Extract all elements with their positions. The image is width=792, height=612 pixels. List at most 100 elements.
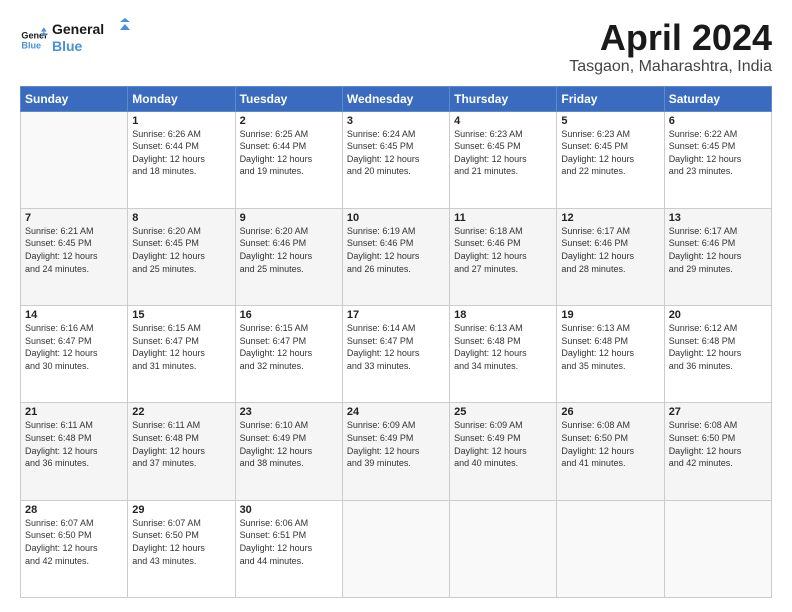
day-info: Sunrise: 6:17 AM Sunset: 6:46 PM Dayligh… [561,225,659,275]
calendar-cell [342,500,449,597]
subtitle: Tasgaon, Maharashtra, India [569,58,772,76]
calendar-header-row: SundayMondayTuesdayWednesdayThursdayFrid… [21,86,772,111]
calendar-cell: 3Sunrise: 6:24 AM Sunset: 6:45 PM Daylig… [342,111,449,208]
calendar-cell: 28Sunrise: 6:07 AM Sunset: 6:50 PM Dayli… [21,500,128,597]
day-number: 21 [25,406,123,418]
day-info: Sunrise: 6:06 AM Sunset: 6:51 PM Dayligh… [240,517,338,567]
calendar-cell: 25Sunrise: 6:09 AM Sunset: 6:49 PM Dayli… [450,403,557,500]
page: General Blue General Blue April 2024 Tas… [0,0,792,612]
day-info: Sunrise: 6:08 AM Sunset: 6:50 PM Dayligh… [561,419,659,469]
day-number: 8 [132,212,230,224]
svg-text:Blue: Blue [52,38,83,54]
calendar-day-header: Saturday [664,86,771,111]
logo-icon: General Blue [20,26,48,54]
day-number: 24 [347,406,445,418]
day-info: Sunrise: 6:20 AM Sunset: 6:45 PM Dayligh… [132,225,230,275]
day-number: 10 [347,212,445,224]
calendar-cell: 14Sunrise: 6:16 AM Sunset: 6:47 PM Dayli… [21,306,128,403]
day-info: Sunrise: 6:09 AM Sunset: 6:49 PM Dayligh… [347,419,445,469]
day-info: Sunrise: 6:09 AM Sunset: 6:49 PM Dayligh… [454,419,552,469]
day-info: Sunrise: 6:24 AM Sunset: 6:45 PM Dayligh… [347,128,445,178]
day-info: Sunrise: 6:18 AM Sunset: 6:46 PM Dayligh… [454,225,552,275]
logo-svg: General Blue [52,18,132,56]
day-number: 18 [454,309,552,321]
main-title: April 2024 [569,18,772,58]
day-info: Sunrise: 6:11 AM Sunset: 6:48 PM Dayligh… [25,419,123,469]
day-number: 16 [240,309,338,321]
calendar-cell: 2Sunrise: 6:25 AM Sunset: 6:44 PM Daylig… [235,111,342,208]
day-info: Sunrise: 6:25 AM Sunset: 6:44 PM Dayligh… [240,128,338,178]
calendar-cell: 8Sunrise: 6:20 AM Sunset: 6:45 PM Daylig… [128,208,235,305]
calendar-day-header: Thursday [450,86,557,111]
svg-text:General: General [52,21,104,37]
day-number: 7 [25,212,123,224]
calendar-cell: 22Sunrise: 6:11 AM Sunset: 6:48 PM Dayli… [128,403,235,500]
calendar-cell: 18Sunrise: 6:13 AM Sunset: 6:48 PM Dayli… [450,306,557,403]
calendar-cell: 11Sunrise: 6:18 AM Sunset: 6:46 PM Dayli… [450,208,557,305]
calendar-day-header: Sunday [21,86,128,111]
day-info: Sunrise: 6:26 AM Sunset: 6:44 PM Dayligh… [132,128,230,178]
calendar-cell [557,500,664,597]
day-number: 25 [454,406,552,418]
day-number: 27 [669,406,767,418]
day-number: 28 [25,504,123,516]
calendar-cell: 20Sunrise: 6:12 AM Sunset: 6:48 PM Dayli… [664,306,771,403]
day-number: 13 [669,212,767,224]
day-number: 22 [132,406,230,418]
day-number: 30 [240,504,338,516]
calendar-cell: 4Sunrise: 6:23 AM Sunset: 6:45 PM Daylig… [450,111,557,208]
day-info: Sunrise: 6:12 AM Sunset: 6:48 PM Dayligh… [669,322,767,372]
day-number: 5 [561,115,659,127]
day-info: Sunrise: 6:11 AM Sunset: 6:48 PM Dayligh… [132,419,230,469]
calendar-cell: 15Sunrise: 6:15 AM Sunset: 6:47 PM Dayli… [128,306,235,403]
calendar-cell [450,500,557,597]
calendar-cell [21,111,128,208]
day-info: Sunrise: 6:16 AM Sunset: 6:47 PM Dayligh… [25,322,123,372]
day-number: 1 [132,115,230,127]
calendar-cell: 21Sunrise: 6:11 AM Sunset: 6:48 PM Dayli… [21,403,128,500]
calendar-cell [664,500,771,597]
day-info: Sunrise: 6:10 AM Sunset: 6:49 PM Dayligh… [240,419,338,469]
calendar-cell: 10Sunrise: 6:19 AM Sunset: 6:46 PM Dayli… [342,208,449,305]
calendar-week-row: 21Sunrise: 6:11 AM Sunset: 6:48 PM Dayli… [21,403,772,500]
calendar-day-header: Tuesday [235,86,342,111]
calendar-cell: 16Sunrise: 6:15 AM Sunset: 6:47 PM Dayli… [235,306,342,403]
day-number: 12 [561,212,659,224]
day-info: Sunrise: 6:13 AM Sunset: 6:48 PM Dayligh… [454,322,552,372]
day-number: 6 [669,115,767,127]
day-info: Sunrise: 6:14 AM Sunset: 6:47 PM Dayligh… [347,322,445,372]
calendar-cell: 30Sunrise: 6:06 AM Sunset: 6:51 PM Dayli… [235,500,342,597]
day-number: 2 [240,115,338,127]
calendar-week-row: 1Sunrise: 6:26 AM Sunset: 6:44 PM Daylig… [21,111,772,208]
calendar-cell: 24Sunrise: 6:09 AM Sunset: 6:49 PM Dayli… [342,403,449,500]
day-number: 4 [454,115,552,127]
day-number: 3 [347,115,445,127]
day-number: 14 [25,309,123,321]
calendar-cell: 6Sunrise: 6:22 AM Sunset: 6:45 PM Daylig… [664,111,771,208]
calendar-cell: 17Sunrise: 6:14 AM Sunset: 6:47 PM Dayli… [342,306,449,403]
calendar-day-header: Wednesday [342,86,449,111]
calendar-day-header: Monday [128,86,235,111]
title-block: April 2024 Tasgaon, Maharashtra, India [569,18,772,76]
day-number: 20 [669,309,767,321]
calendar-cell: 26Sunrise: 6:08 AM Sunset: 6:50 PM Dayli… [557,403,664,500]
day-info: Sunrise: 6:23 AM Sunset: 6:45 PM Dayligh… [561,128,659,178]
day-info: Sunrise: 6:23 AM Sunset: 6:45 PM Dayligh… [454,128,552,178]
day-info: Sunrise: 6:22 AM Sunset: 6:45 PM Dayligh… [669,128,767,178]
day-info: Sunrise: 6:17 AM Sunset: 6:46 PM Dayligh… [669,225,767,275]
day-info: Sunrise: 6:15 AM Sunset: 6:47 PM Dayligh… [132,322,230,372]
calendar-week-row: 7Sunrise: 6:21 AM Sunset: 6:45 PM Daylig… [21,208,772,305]
header: General Blue General Blue April 2024 Tas… [20,18,772,76]
day-info: Sunrise: 6:20 AM Sunset: 6:46 PM Dayligh… [240,225,338,275]
day-number: 15 [132,309,230,321]
day-number: 17 [347,309,445,321]
day-info: Sunrise: 6:08 AM Sunset: 6:50 PM Dayligh… [669,419,767,469]
day-number: 11 [454,212,552,224]
calendar-cell: 19Sunrise: 6:13 AM Sunset: 6:48 PM Dayli… [557,306,664,403]
calendar-cell: 7Sunrise: 6:21 AM Sunset: 6:45 PM Daylig… [21,208,128,305]
day-number: 26 [561,406,659,418]
day-number: 23 [240,406,338,418]
calendar-table: SundayMondayTuesdayWednesdayThursdayFrid… [20,86,772,598]
svg-text:Blue: Blue [21,40,41,50]
logo: General Blue General Blue [20,18,132,61]
